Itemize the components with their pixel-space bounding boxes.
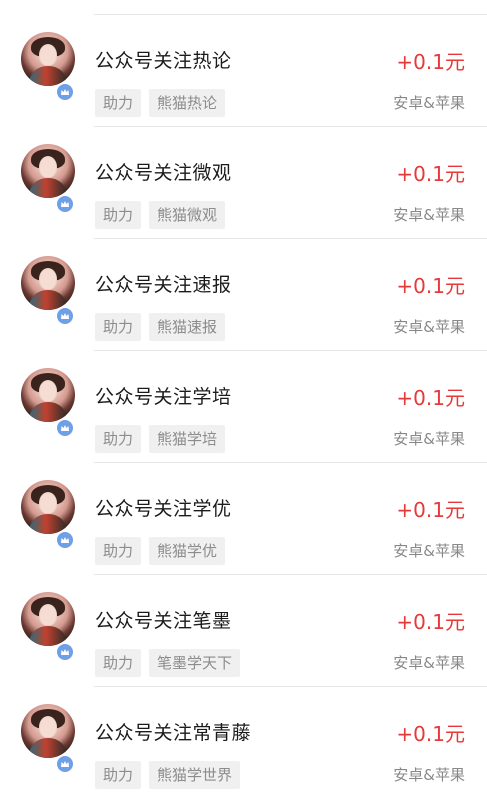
task-reward: +0.1元 (396, 162, 465, 186)
crown-badge-icon (55, 418, 75, 438)
crown-badge-icon (55, 642, 75, 662)
task-tags: 助力 笔墨学天下 (95, 649, 241, 677)
task-list: 公众号关注热论 +0.1元 助力 熊猫热论 安卓&苹果 公众号关注微观 +0.1… (0, 0, 487, 800)
task-tag: 熊猫学培 (149, 425, 226, 453)
task-tags: 助力 熊猫速报 (95, 313, 226, 341)
user-avatar-icon (21, 256, 75, 310)
task-tag: 熊猫学优 (149, 537, 226, 565)
crown-badge-icon (55, 194, 75, 214)
platform-label: 安卓&苹果 (393, 94, 465, 112)
task-tags: 助力 熊猫热论 (95, 89, 226, 117)
task-tag: 助力 (95, 537, 142, 565)
task-row[interactable]: 公众号关注学培 +0.1元 助力 熊猫学培 安卓&苹果 (0, 350, 487, 462)
task-title: 公众号关注微观 (95, 162, 232, 184)
row-divider (94, 126, 487, 127)
task-tag: 熊猫热论 (149, 89, 226, 117)
user-avatar-icon (21, 368, 75, 422)
platform-label: 安卓&苹果 (393, 766, 465, 784)
task-reward: +0.1元 (396, 498, 465, 522)
task-title: 公众号关注常青藤 (95, 722, 252, 744)
row-divider (94, 350, 487, 351)
task-row[interactable]: 公众号关注学优 +0.1元 助力 熊猫学优 安卓&苹果 (0, 462, 487, 574)
task-tag: 熊猫速报 (149, 313, 226, 341)
crown-badge-icon (55, 82, 75, 102)
user-avatar-icon (21, 704, 75, 758)
task-reward: +0.1元 (396, 274, 465, 298)
task-tag: 笔墨学天下 (149, 649, 241, 677)
user-avatar-icon (21, 32, 75, 86)
task-reward: +0.1元 (396, 610, 465, 634)
task-tag: 助力 (95, 761, 142, 789)
platform-label: 安卓&苹果 (393, 654, 465, 672)
task-row[interactable]: 公众号关注常青藤 +0.1元 助力 熊猫学世界 安卓&苹果 (0, 686, 487, 798)
crown-badge-icon (55, 530, 75, 550)
user-avatar-icon (21, 144, 75, 198)
platform-label: 安卓&苹果 (393, 542, 465, 560)
task-title: 公众号关注学培 (95, 386, 232, 408)
task-tag: 助力 (95, 649, 142, 677)
crown-badge-icon (55, 306, 75, 326)
task-row[interactable]: 公众号关注热论 +0.1元 助力 熊猫热论 安卓&苹果 (0, 14, 487, 126)
platform-label: 安卓&苹果 (393, 430, 465, 448)
task-tag: 助力 (95, 89, 142, 117)
task-title: 公众号关注笔墨 (95, 610, 232, 632)
row-divider (94, 686, 487, 687)
task-tag: 熊猫微观 (149, 201, 226, 229)
row-divider (94, 14, 487, 15)
row-divider (94, 574, 487, 575)
task-row[interactable]: 公众号关注微观 +0.1元 助力 熊猫微观 安卓&苹果 (0, 126, 487, 238)
task-reward: +0.1元 (396, 722, 465, 746)
task-row[interactable]: 公众号关注速报 +0.1元 助力 熊猫速报 安卓&苹果 (0, 238, 487, 350)
crown-badge-icon (55, 754, 75, 774)
user-avatar-icon (21, 592, 75, 646)
row-divider (94, 462, 487, 463)
task-title: 公众号关注热论 (95, 50, 232, 72)
task-tag: 助力 (95, 313, 142, 341)
platform-label: 安卓&苹果 (393, 318, 465, 336)
task-tags: 助力 熊猫学培 (95, 425, 226, 453)
task-reward: +0.1元 (396, 386, 465, 410)
task-tag: 助力 (95, 201, 142, 229)
task-row[interactable]: 公众号关注笔墨 +0.1元 助力 笔墨学天下 安卓&苹果 (0, 574, 487, 686)
platform-label: 安卓&苹果 (393, 206, 465, 224)
task-title: 公众号关注速报 (95, 274, 232, 296)
task-title: 公众号关注学优 (95, 498, 232, 520)
task-tags: 助力 熊猫微观 (95, 201, 226, 229)
row-divider (94, 238, 487, 239)
task-tag: 熊猫学世界 (149, 761, 241, 789)
user-avatar-icon (21, 480, 75, 534)
task-tag: 助力 (95, 425, 142, 453)
task-reward: +0.1元 (396, 50, 465, 74)
task-tags: 助力 熊猫学世界 (95, 761, 241, 789)
task-tags: 助力 熊猫学优 (95, 537, 226, 565)
